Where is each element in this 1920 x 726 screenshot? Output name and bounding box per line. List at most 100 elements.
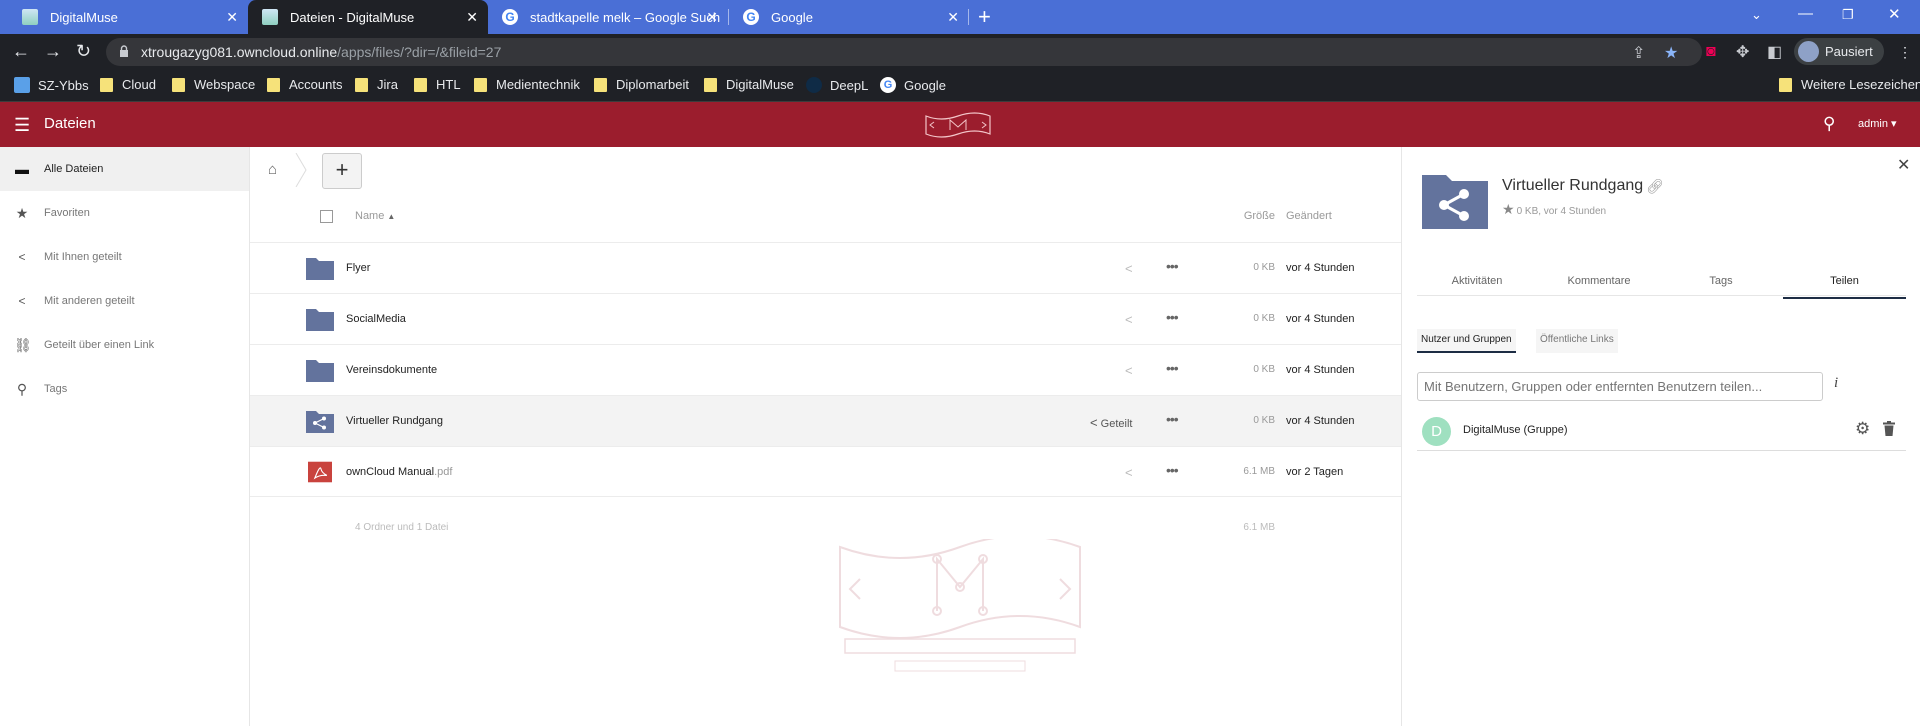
nav-item-tags[interactable]: ⚲ Tags	[0, 367, 249, 411]
bookmark-item[interactable]: Diplomarbeit	[594, 77, 689, 92]
close-icon[interactable]: ✕	[1897, 155, 1910, 175]
bookmark-item[interactable]: Jira	[355, 77, 398, 92]
column-header-modified[interactable]: Geändert	[1286, 210, 1332, 222]
bookmark-item[interactable]: DeepL	[806, 77, 868, 93]
subtab-public-links[interactable]: Öffentliche Links	[1536, 329, 1618, 353]
browser-tab[interactable]: G stadtkapelle melk – Google Such ✕	[488, 0, 728, 34]
folder-icon	[267, 77, 280, 92]
share-icon[interactable]: <	[1125, 465, 1133, 480]
side-panel-icon[interactable]: ◧	[1767, 42, 1782, 62]
more-actions-icon[interactable]: •••	[1166, 411, 1179, 427]
app-title[interactable]: Dateien	[44, 115, 96, 132]
file-row-selected[interactable]: Virtueller Rundgang < Geteilt ••• 0 KB v…	[250, 395, 1401, 446]
file-row[interactable]: Flyer < ••• 0 KB vor 4 Stunden	[250, 242, 1401, 293]
column-header-name[interactable]: Name ▲	[355, 210, 395, 222]
browser-tab[interactable]: G Google ✕	[729, 0, 969, 34]
bookmark-label: Medientechnik	[496, 77, 580, 92]
info-icon[interactable]: i	[1834, 375, 1838, 392]
more-actions-icon[interactable]: •••	[1166, 309, 1179, 325]
other-bookmarks[interactable]: Weitere Lesezeichen	[1779, 77, 1920, 92]
shared-indicator[interactable]: < Geteilt	[1090, 415, 1132, 430]
digitalmuse-logo[interactable]	[924, 110, 992, 140]
more-actions-icon[interactable]: •••	[1166, 462, 1179, 478]
reload-icon[interactable]: ↻	[76, 42, 91, 60]
column-header-size[interactable]: Größe	[1227, 210, 1275, 222]
column-label: Name	[355, 210, 385, 222]
nav-item-shared-with-others[interactable]: < Mit anderen geteilt	[0, 279, 249, 323]
file-row[interactable]: Vereinsdokumente < ••• 0 KB vor 4 Stunde…	[250, 344, 1401, 395]
bookmark-item[interactable]: Medientechnik	[474, 77, 580, 92]
bookmark-item[interactable]: Cloud	[100, 77, 156, 92]
folder-icon	[306, 258, 334, 280]
sidebar-title[interactable]: Virtueller Rundgang	[1502, 177, 1643, 195]
restore-icon[interactable]: ❐	[1842, 7, 1854, 23]
browser-tab-active[interactable]: Dateien - DigitalMuse ✕	[248, 0, 488, 34]
deepl-favicon	[806, 77, 822, 93]
back-icon[interactable]: ←	[12, 42, 30, 60]
share-page-icon[interactable]: ⇪	[1632, 43, 1645, 63]
file-name[interactable]: SocialMedia	[346, 313, 406, 325]
subtab-users-groups[interactable]: Nutzer und Gruppen	[1417, 329, 1516, 353]
tab-share[interactable]: Teilen	[1783, 275, 1906, 299]
file-name[interactable]: Vereinsdokumente	[346, 364, 437, 376]
file-row[interactable]: ownCloud Manual.pdf < ••• 6.1 MB vor 2 T…	[250, 446, 1401, 497]
file-extension: .pdf	[434, 466, 453, 478]
bookmark-item[interactable]: DigitalMuse	[704, 77, 794, 92]
bookmark-item[interactable]: Accounts	[267, 77, 342, 92]
trash-icon[interactable]	[1883, 421, 1895, 436]
nav-item-all-files[interactable]: ▬ Alle Dateien	[0, 147, 249, 191]
digitalmuse-favicon	[262, 9, 278, 25]
new-file-button[interactable]: +	[322, 153, 362, 189]
close-tab-icon[interactable]: ✕	[947, 9, 959, 26]
select-all-checkbox[interactable]	[320, 210, 333, 223]
close-tab-icon[interactable]: ✕	[226, 9, 238, 26]
share-with-input[interactable]	[1417, 372, 1823, 401]
star-icon[interactable]: ★	[1502, 201, 1515, 217]
folder-icon	[355, 77, 368, 92]
bookmark-star-icon[interactable]: ★	[1664, 43, 1678, 63]
hamburger-menu-icon[interactable]: ☰	[14, 115, 30, 136]
file-row[interactable]: SocialMedia < ••• 0 KB vor 4 Stunden	[250, 293, 1401, 344]
share-icon[interactable]: <	[1125, 261, 1133, 276]
profile-button[interactable]: Pausiert	[1794, 38, 1884, 65]
forward-icon[interactable]: →	[44, 42, 62, 60]
omnibox[interactable]: xtrougazyg081.owncloud.online/apps/files…	[106, 38, 1702, 66]
new-tab-icon[interactable]: +	[978, 4, 991, 30]
close-tab-icon[interactable]: ✕	[706, 9, 718, 26]
file-name[interactable]: ownCloud Manual.pdf	[346, 466, 452, 478]
bookmark-item[interactable]: SZ-Ybbs	[14, 77, 89, 93]
tab-search-icon[interactable]: ⌄	[1751, 7, 1762, 23]
browser-tab[interactable]: DigitalMuse ✕	[8, 0, 248, 34]
bookmark-item[interactable]: Webspace	[172, 77, 255, 92]
share-icon[interactable]: <	[1125, 363, 1133, 378]
browser-menu-icon[interactable]: ⋮	[1898, 44, 1912, 61]
close-window-icon[interactable]: ✕	[1888, 5, 1901, 23]
minimize-icon[interactable]: —	[1798, 5, 1813, 22]
share-icon[interactable]: <	[1125, 312, 1133, 327]
url-text: xtrougazyg081.owncloud.online/apps/files…	[141, 44, 501, 60]
nav-item-favorites[interactable]: ★ Favoriten	[0, 191, 249, 235]
user-menu[interactable]: admin ▾	[1858, 117, 1897, 130]
folder-icon	[414, 77, 427, 92]
bookmark-item[interactable]: HTL	[414, 77, 461, 92]
google-favicon: G	[880, 77, 896, 93]
more-actions-icon[interactable]: •••	[1166, 258, 1179, 274]
close-tab-icon[interactable]: ✕	[466, 9, 478, 26]
nav-item-shared-with-you[interactable]: < Mit Ihnen geteilt	[0, 235, 249, 279]
search-icon[interactable]: ⚲	[1823, 114, 1835, 134]
file-size: 0 KB	[1253, 364, 1275, 375]
more-actions-icon[interactable]: •••	[1166, 360, 1179, 376]
extensions-puzzle-icon[interactable]: ✥	[1736, 42, 1749, 62]
gear-icon[interactable]: ⚙	[1855, 419, 1870, 439]
lock-icon	[120, 45, 128, 57]
nav-item-shared-by-link[interactable]: ⛓ Geteilt über einen Link	[0, 323, 249, 367]
file-name[interactable]: Flyer	[346, 262, 370, 274]
folder-icon	[306, 309, 334, 331]
extension-pocket-icon[interactable]: ◙	[1706, 43, 1716, 61]
bookmark-item[interactable]: G Google	[880, 77, 946, 93]
file-name[interactable]: Virtueller Rundgang	[346, 415, 443, 427]
file-size: 0 KB	[1253, 262, 1275, 273]
home-icon[interactable]: ⌂	[268, 161, 277, 178]
permalink-icon[interactable]: 🔗︎	[1646, 178, 1664, 195]
nav-label: Mit Ihnen geteilt	[44, 251, 122, 263]
